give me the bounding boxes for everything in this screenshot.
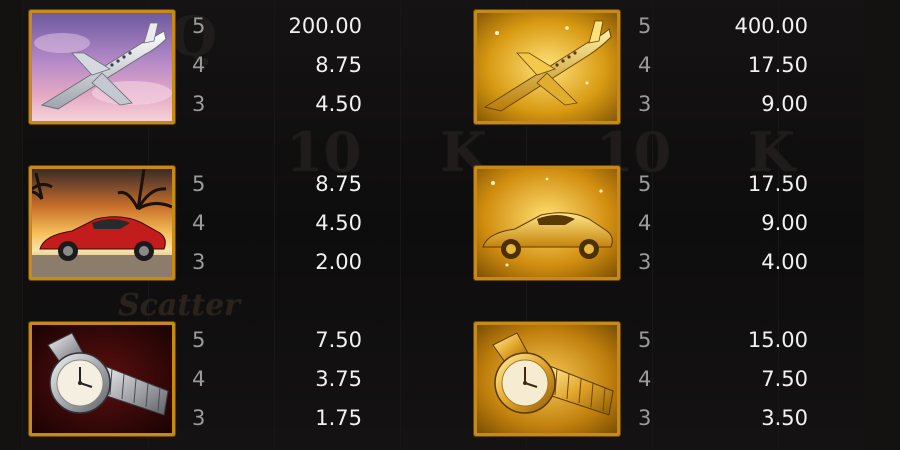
payout-row: 3 4.50 [192, 92, 362, 131]
payout-amount: 9.00 [761, 92, 808, 116]
payout-row: 3 3.50 [638, 406, 808, 445]
payout-amount: 17.50 [747, 172, 808, 196]
payout-row: 4 8.75 [192, 53, 362, 92]
match-count: 5 [192, 172, 206, 196]
payout-row: 3 9.00 [638, 92, 808, 131]
paytable-silver-jet: 5 200.00 4 8.75 3 4.50 [192, 14, 362, 131]
match-count: 5 [192, 328, 206, 352]
payout-amount: 9.00 [761, 211, 808, 235]
match-count: 5 [638, 14, 652, 38]
payout-amount: 7.50 [315, 328, 362, 352]
symbol-silver-watch [29, 322, 175, 436]
match-count: 4 [638, 211, 652, 235]
payout-amount: 17.50 [747, 53, 808, 77]
payout-row: 5 15.00 [638, 328, 808, 367]
match-count: 3 [638, 406, 652, 430]
payout-amount: 8.75 [315, 53, 362, 77]
match-count: 5 [638, 328, 652, 352]
gold-car-icon [477, 169, 617, 277]
match-count: 3 [638, 92, 652, 116]
match-count: 3 [638, 250, 652, 274]
payout-row: 4 17.50 [638, 53, 808, 92]
symbol-gold-car [474, 166, 620, 280]
payout-row: 3 1.75 [192, 406, 362, 445]
payout-row: 5 200.00 [192, 14, 362, 53]
payout-amount: 4.50 [315, 92, 362, 116]
ghost-symbol-scatter: Scatter [118, 288, 240, 323]
paytable-gold-jet: 5 400.00 4 17.50 3 9.00 [638, 14, 808, 131]
symbol-red-car [29, 166, 175, 280]
payout-row: 5 17.50 [638, 172, 808, 211]
payout-row: 3 4.00 [638, 250, 808, 289]
match-count: 3 [192, 92, 206, 116]
payout-row: 4 7.50 [638, 367, 808, 406]
match-count: 4 [192, 53, 206, 77]
wristwatch-icon [32, 325, 172, 433]
payout-amount: 7.50 [761, 367, 808, 391]
match-count: 5 [638, 172, 652, 196]
paytable-silver-watch: 5 7.50 4 3.75 3 1.75 [192, 328, 362, 445]
payout-row: 4 3.75 [192, 367, 362, 406]
payout-amount: 1.75 [315, 406, 362, 430]
symbol-silver-jet [29, 10, 175, 124]
payout-amount: 3.75 [315, 367, 362, 391]
paytable-gold-watch: 5 15.00 4 7.50 3 3.50 [638, 328, 808, 445]
payout-amount: 3.50 [761, 406, 808, 430]
payout-amount: 8.75 [315, 172, 362, 196]
payout-row: 4 9.00 [638, 211, 808, 250]
match-count: 5 [192, 14, 206, 38]
payout-row: 5 8.75 [192, 172, 362, 211]
payout-amount: 400.00 [734, 14, 808, 38]
symbol-gold-jet [474, 10, 620, 124]
paytable-gold-car: 5 17.50 4 9.00 3 4.00 [638, 172, 808, 289]
match-count: 4 [192, 211, 206, 235]
payout-row: 5 7.50 [192, 328, 362, 367]
payout-amount: 200.00 [288, 14, 362, 38]
match-count: 4 [192, 367, 206, 391]
gold-jet-icon [477, 13, 617, 121]
payout-amount: 15.00 [747, 328, 808, 352]
payout-row: 5 400.00 [638, 14, 808, 53]
payout-amount: 2.00 [315, 250, 362, 274]
match-count: 4 [638, 53, 652, 77]
match-count: 3 [192, 250, 206, 274]
payout-row: 3 2.00 [192, 250, 362, 289]
match-count: 4 [638, 367, 652, 391]
payout-amount: 4.50 [315, 211, 362, 235]
payout-amount: 4.00 [761, 250, 808, 274]
match-count: 3 [192, 406, 206, 430]
sports-car-icon [32, 169, 172, 277]
gold-watch-icon [477, 325, 617, 433]
symbol-gold-watch [474, 322, 620, 436]
private-jet-icon [32, 13, 172, 121]
payout-row: 4 4.50 [192, 211, 362, 250]
paytable-red-car: 5 8.75 4 4.50 3 2.00 [192, 172, 362, 289]
reel-frame-right [864, 0, 900, 450]
